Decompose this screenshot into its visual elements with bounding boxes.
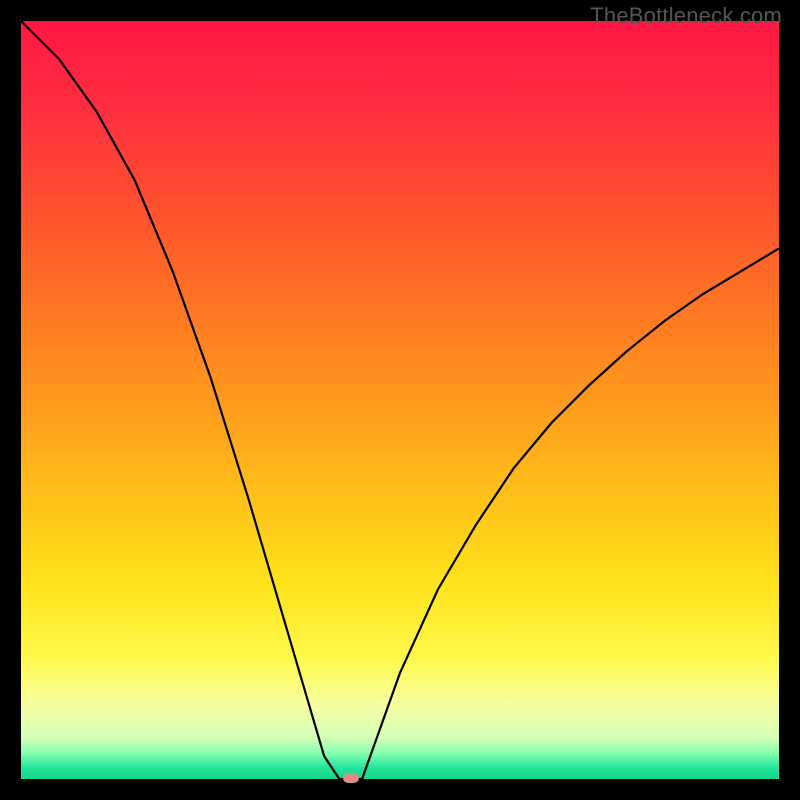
gradient-background [21, 21, 779, 779]
chart-svg [21, 21, 779, 779]
chart-frame: TheBottleneck.com [0, 0, 800, 800]
watermark-text: TheBottleneck.com [590, 3, 782, 29]
plot-area [21, 21, 779, 779]
optimal-point-marker [343, 773, 359, 783]
